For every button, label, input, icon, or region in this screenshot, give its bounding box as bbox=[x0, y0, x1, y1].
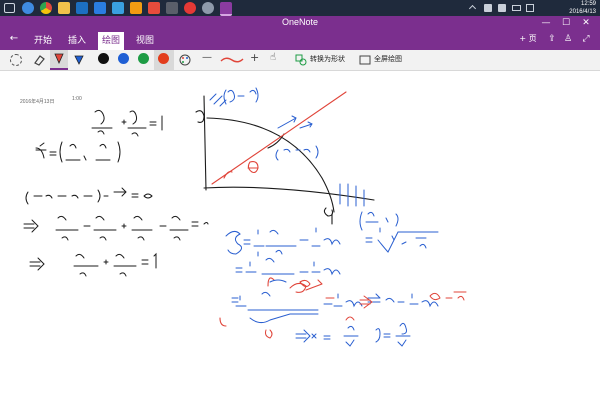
ribbon-tabs: ← 开始 插入 绘图 视图 + 页 ⇪ ♙ ⤢ bbox=[0, 30, 600, 50]
store-icon[interactable] bbox=[94, 2, 106, 14]
color-green-swatch[interactable] bbox=[138, 53, 149, 64]
lasso-icon[interactable] bbox=[10, 54, 22, 66]
photos-icon[interactable] bbox=[112, 2, 124, 14]
page-date: 2016年4月13日 bbox=[20, 99, 55, 105]
stroke-preview-icon bbox=[220, 52, 244, 66]
add-page-button[interactable]: + 页 bbox=[516, 33, 540, 45]
calendar-icon[interactable] bbox=[148, 2, 160, 14]
edge-icon[interactable] bbox=[22, 2, 34, 14]
chrome-icon[interactable] bbox=[40, 2, 52, 14]
window-title: OneNote bbox=[281, 17, 319, 27]
taskbar: 12:59 2016/4/13 bbox=[0, 0, 600, 16]
user-icon[interactable]: ♙ bbox=[562, 33, 574, 45]
tray-chevron-icon[interactable] bbox=[468, 4, 477, 13]
explorer-icon[interactable] bbox=[58, 2, 70, 14]
fullscreen-icon[interactable]: ⤢ bbox=[580, 33, 592, 45]
convert-shape-icon[interactable] bbox=[294, 52, 308, 66]
back-button[interactable]: ← bbox=[8, 33, 20, 45]
color-black-swatch[interactable] bbox=[98, 53, 109, 64]
convert-to-shape-button[interactable]: 转换为形状 bbox=[310, 54, 345, 64]
close-button[interactable]: ✕ bbox=[580, 18, 592, 28]
volume-icon[interactable] bbox=[498, 4, 506, 12]
decrease-thickness-icon[interactable]: — bbox=[202, 52, 216, 66]
network-icon[interactable] bbox=[484, 4, 492, 12]
taskbar-time: 12:59 bbox=[580, 1, 596, 7]
share-icon[interactable]: ⇪ bbox=[546, 33, 558, 45]
palette-icon[interactable] bbox=[178, 52, 192, 66]
tab-insert[interactable]: 插入 bbox=[68, 34, 86, 46]
fullscreen-draw-button[interactable]: 全屏绘图 bbox=[374, 54, 402, 64]
media-icon[interactable] bbox=[130, 2, 142, 14]
taskbar-clock[interactable]: 12:59 2016/4/13 bbox=[536, 0, 596, 16]
page-canvas[interactable] bbox=[0, 71, 600, 400]
settings-icon[interactable] bbox=[202, 2, 214, 14]
page-time: 1:00 bbox=[72, 96, 82, 102]
weibo-icon[interactable] bbox=[184, 2, 196, 14]
onenote-taskbar-icon[interactable] bbox=[220, 2, 232, 16]
increase-thickness-icon[interactable]: + bbox=[250, 52, 264, 66]
pencil-icon[interactable] bbox=[72, 52, 86, 66]
outlook-icon[interactable] bbox=[76, 2, 88, 14]
draw-toolbar: — + ☝ 转换为形状 全屏绘图 bbox=[0, 50, 600, 71]
color-red-swatch[interactable] bbox=[158, 53, 169, 64]
taskview-icon[interactable] bbox=[4, 3, 15, 13]
eraser-icon[interactable] bbox=[32, 52, 46, 66]
tab-home[interactable]: 开始 bbox=[34, 34, 52, 46]
hand-icon[interactable]: ☝ bbox=[270, 52, 284, 66]
fullscreen-draw-icon[interactable] bbox=[358, 52, 372, 66]
app-icon[interactable] bbox=[166, 2, 178, 14]
taskbar-date: 2016/4/13 bbox=[569, 9, 596, 15]
minimize-button[interactable]: — bbox=[540, 18, 552, 28]
pen-red-icon[interactable] bbox=[50, 50, 68, 70]
restore-button[interactable]: ☐ bbox=[560, 18, 572, 28]
color-blue-swatch[interactable] bbox=[118, 53, 129, 64]
tab-view[interactable]: 视图 bbox=[136, 34, 154, 46]
notification-icon[interactable] bbox=[526, 4, 534, 12]
tab-draw[interactable]: 绘图 bbox=[98, 32, 125, 50]
battery-icon[interactable] bbox=[512, 5, 521, 11]
title-bar: OneNote — ☐ ✕ bbox=[0, 16, 600, 30]
